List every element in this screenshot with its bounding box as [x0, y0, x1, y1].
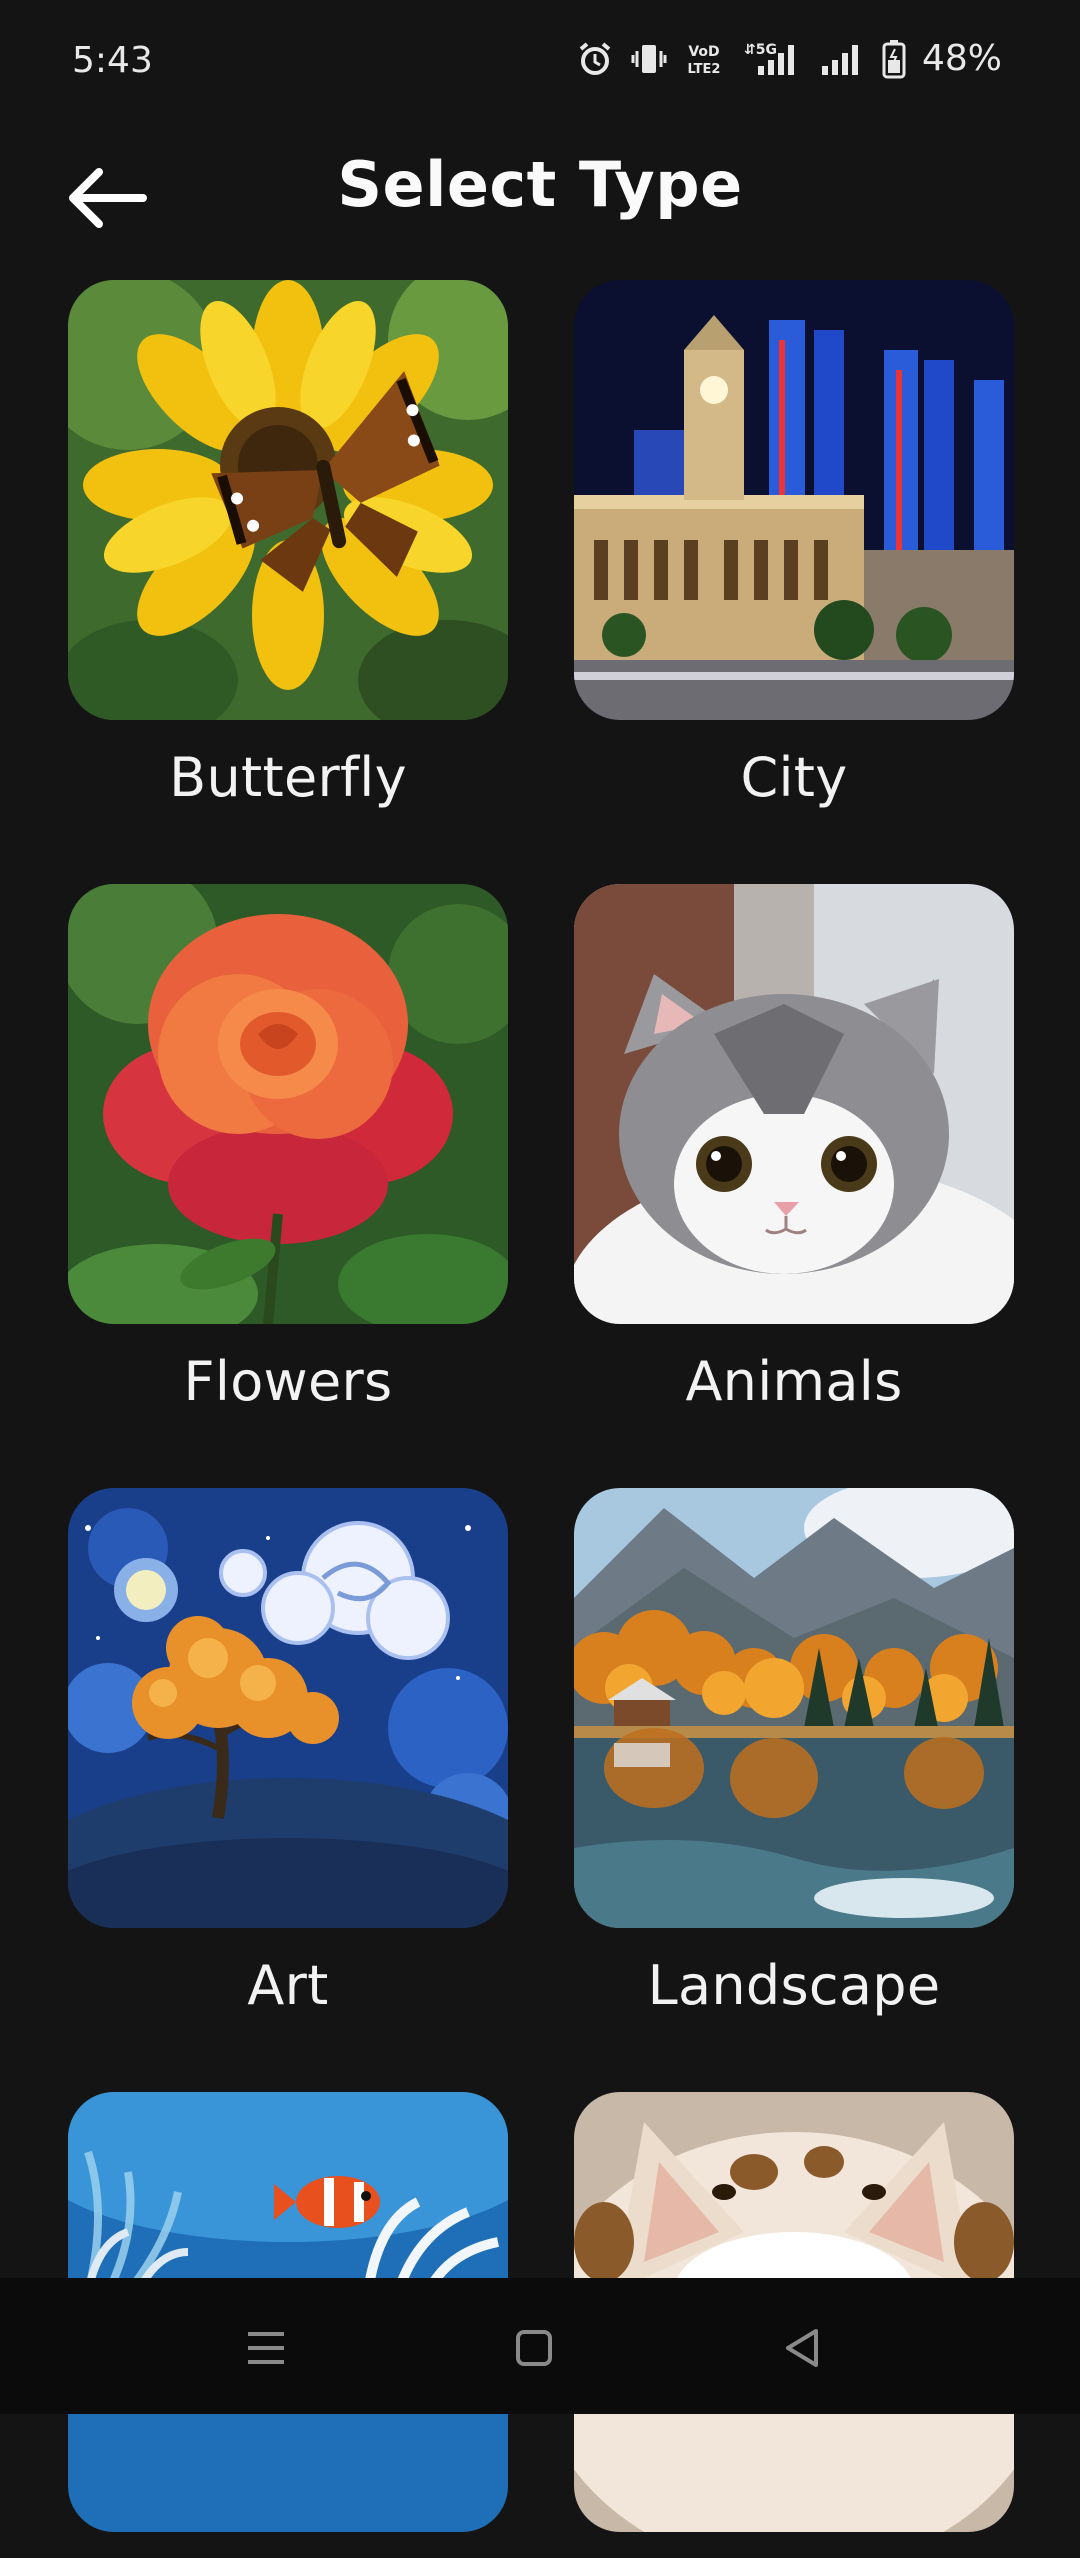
alarm-icon: [579, 41, 611, 75]
recents-button[interactable]: [234, 2316, 298, 2380]
menu-icon: [248, 2332, 284, 2364]
volte-icon: VoD LTE2: [688, 44, 721, 77]
vibrate-icon: [631, 44, 667, 73]
category-label: Animals: [685, 1350, 903, 1413]
category-label: Butterfly: [169, 746, 407, 809]
status-bar: 5:43 VoD LTE2 ⇵5G 48%: [0, 0, 1080, 128]
category-tile-animals[interactable]: Animals: [574, 884, 1014, 1413]
battery-icon: [882, 39, 906, 78]
animals-thumbnail: [574, 884, 1014, 1324]
back-triangle-icon: [786, 2329, 818, 2367]
status-time: 5:43: [72, 40, 153, 81]
flowers-thumbnail: [68, 884, 508, 1324]
butterfly-thumbnail: [68, 280, 508, 720]
back-nav-button[interactable]: [770, 2316, 834, 2380]
category-label: Flowers: [183, 1350, 393, 1413]
status-icons: VoD LTE2 ⇵5G 48%: [576, 38, 1002, 79]
svg-text:VoD: VoD: [688, 44, 719, 60]
city-thumbnail: [574, 280, 1014, 720]
category-label: City: [740, 746, 848, 809]
svg-text:LTE2: LTE2: [688, 62, 721, 77]
home-button[interactable]: [502, 2316, 566, 2380]
signal-icon: [821, 44, 858, 75]
battery-percentage: 48%: [921, 38, 1002, 79]
landscape-thumbnail: [574, 1488, 1014, 1928]
category-tile-art[interactable]: Art: [68, 1488, 508, 2017]
art-thumbnail: [68, 1488, 508, 1928]
category-label: Landscape: [647, 1954, 941, 2017]
home-square-icon: [516, 2330, 552, 2366]
category-tile-butterfly[interactable]: Butterfly: [68, 280, 508, 809]
svg-text:⇵5G: ⇵5G: [744, 42, 777, 58]
page-title: Select Type: [337, 148, 743, 221]
category-tile-city[interactable]: City: [574, 280, 1014, 809]
category-label: Art: [247, 1954, 329, 2017]
category-tile-landscape[interactable]: Landscape: [574, 1488, 1014, 2017]
header: Select Type: [0, 128, 1080, 258]
category-tile-flowers[interactable]: Flowers: [68, 884, 508, 1413]
system-nav-bar: [0, 2278, 1080, 2414]
signal-5g-icon: ⇵5G: [744, 42, 794, 75]
